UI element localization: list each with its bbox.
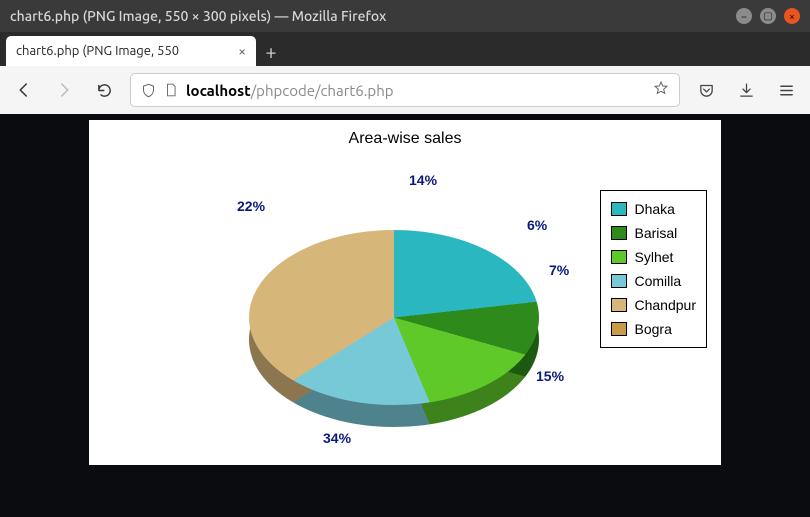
arrow-left-icon: [15, 81, 33, 99]
tab-label: chart6.php (PNG Image, 550: [16, 44, 230, 58]
legend-item-bogra: Bogra: [609, 317, 699, 341]
chart-image: Area-wise sales 7% 6% 14% 22% 34% 15% Dh…: [89, 120, 721, 465]
forward-button[interactable]: [50, 76, 78, 104]
legend-item-chandpur: Chandpur: [609, 293, 699, 317]
bookmark-icon[interactable]: [653, 80, 669, 100]
chart-title: Area-wise sales: [89, 130, 721, 148]
hamburger-icon: [778, 82, 795, 99]
tab-bar: chart6.php (PNG Image, 550 × +: [0, 32, 810, 66]
page-icon: [164, 83, 178, 97]
window-controls: – ▢ ×: [736, 8, 800, 24]
browser-toolbar: localhost/phpcode/chart6.php: [0, 66, 810, 114]
download-icon: [738, 82, 755, 99]
pct-label-comilla: 22%: [237, 198, 265, 214]
menu-button[interactable]: [772, 76, 800, 104]
reload-button[interactable]: [90, 76, 118, 104]
shield-icon[interactable]: [141, 83, 156, 98]
arrow-right-icon: [55, 81, 73, 99]
maximize-button[interactable]: ▢: [760, 8, 776, 24]
reload-icon: [96, 82, 113, 99]
pocket-icon: [698, 82, 715, 99]
address-bar[interactable]: localhost/phpcode/chart6.php: [130, 73, 680, 107]
pct-label-chandpur: 34%: [323, 430, 351, 446]
close-button[interactable]: ×: [784, 8, 800, 24]
pct-label-bogra: 15%: [536, 368, 564, 384]
legend-item-dhaka: Dhaka: [609, 197, 699, 221]
downloads-button[interactable]: [732, 76, 760, 104]
legend-item-comilla: Comilla: [609, 269, 699, 293]
legend-item-sylhet: Sylhet: [609, 245, 699, 269]
pct-label-sylhet: 14%: [409, 172, 437, 188]
url-text: localhost/phpcode/chart6.php: [186, 82, 645, 99]
pocket-button[interactable]: [692, 76, 720, 104]
legend: Dhaka Barisal Sylhet Comilla Chandpur Bo…: [600, 190, 708, 348]
minimize-button[interactable]: –: [736, 8, 752, 24]
tab-close-icon[interactable]: ×: [238, 43, 246, 59]
url-path: /phpcode/chart6.php: [251, 82, 394, 99]
window-title: chart6.php (PNG Image, 550 × 300 pixels)…: [10, 8, 736, 24]
page-viewport: Area-wise sales 7% 6% 14% 22% 34% 15% Dh…: [0, 114, 810, 517]
url-host: localhost: [186, 82, 251, 99]
browser-tab[interactable]: chart6.php (PNG Image, 550 ×: [6, 36, 256, 66]
legend-item-barisal: Barisal: [609, 221, 699, 245]
back-button[interactable]: [10, 76, 38, 104]
new-tab-button[interactable]: +: [256, 36, 286, 66]
pct-label-barisal: 6%: [527, 217, 547, 233]
window-titlebar: chart6.php (PNG Image, 550 × 300 pixels)…: [0, 0, 810, 32]
pct-label-dhaka: 7%: [549, 262, 569, 278]
